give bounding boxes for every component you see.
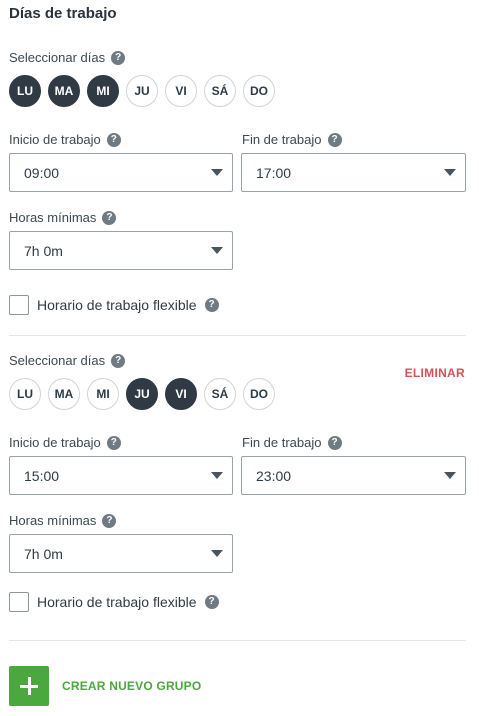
help-icon[interactable]: ? xyxy=(111,50,126,65)
day-selector: LU MA MI JU VI SÁ DO xyxy=(9,75,275,107)
flexible-schedule-row: Horario de trabajo flexible ? xyxy=(9,295,219,315)
day-saturday[interactable]: SÁ xyxy=(204,378,236,410)
flexible-schedule-label: Horario de trabajo flexible xyxy=(37,297,197,313)
start-time-label: Inicio de trabajo ? xyxy=(9,132,121,147)
start-time-select[interactable]: 15:00 xyxy=(9,456,233,495)
create-group-label[interactable]: CREAR NUEVO GRUPO xyxy=(62,679,201,693)
create-group-button[interactable] xyxy=(9,666,49,706)
min-hours-value: 7h 0m xyxy=(24,545,63,562)
chevron-down-icon xyxy=(211,247,223,254)
day-sunday[interactable]: DO xyxy=(243,378,275,410)
chevron-down-icon xyxy=(444,472,456,479)
end-time-select[interactable]: 23:00 xyxy=(241,456,466,495)
day-tuesday[interactable]: MA xyxy=(48,75,80,107)
group-divider xyxy=(9,335,466,336)
help-icon[interactable]: ? xyxy=(327,132,342,147)
select-days-label: Seleccionar días ? xyxy=(9,353,126,368)
chevron-down-icon xyxy=(211,169,223,176)
start-time-value: 09:00 xyxy=(24,164,60,181)
day-friday[interactable]: VI xyxy=(165,378,197,410)
end-time-value: 23:00 xyxy=(256,467,292,484)
end-time-label: Fin de trabajo ? xyxy=(242,435,342,450)
flexible-schedule-checkbox[interactable] xyxy=(9,592,29,612)
day-saturday[interactable]: SÁ xyxy=(204,75,236,107)
start-time-select[interactable]: 09:00 xyxy=(9,153,233,192)
min-hours-select[interactable]: 7h 0m xyxy=(9,534,233,573)
chevron-down-icon xyxy=(211,550,223,557)
end-time-label: Fin de trabajo ? xyxy=(242,132,342,147)
day-tuesday[interactable]: MA xyxy=(48,378,80,410)
chevron-down-icon xyxy=(211,472,223,479)
start-time-value: 15:00 xyxy=(24,467,60,484)
flexible-schedule-checkbox[interactable] xyxy=(9,295,29,315)
end-time-value: 17:00 xyxy=(256,164,292,181)
min-hours-value: 7h 0m xyxy=(24,242,63,259)
flexible-schedule-row: Horario de trabajo flexible ? xyxy=(9,592,219,612)
day-thursday[interactable]: JU xyxy=(126,378,158,410)
day-wednesday[interactable]: MI xyxy=(87,75,119,107)
help-icon[interactable]: ? xyxy=(327,435,342,450)
help-icon[interactable]: ? xyxy=(204,298,219,312)
day-wednesday[interactable]: MI xyxy=(87,378,119,410)
day-sunday[interactable]: DO xyxy=(243,75,275,107)
day-selector: LU MA MI JU VI SÁ DO xyxy=(9,378,275,410)
help-icon[interactable]: ? xyxy=(102,210,117,225)
end-time-select[interactable]: 17:00 xyxy=(241,153,466,192)
day-friday[interactable]: VI xyxy=(165,75,197,107)
flexible-schedule-label: Horario de trabajo flexible xyxy=(37,594,197,610)
min-hours-select[interactable]: 7h 0m xyxy=(9,231,233,270)
day-monday[interactable]: LU xyxy=(9,75,41,107)
min-hours-label: Horas mínimas ? xyxy=(9,513,117,528)
day-monday[interactable]: LU xyxy=(9,378,41,410)
start-time-label: Inicio de trabajo ? xyxy=(9,435,121,450)
day-thursday[interactable]: JU xyxy=(126,75,158,107)
chevron-down-icon xyxy=(444,169,456,176)
help-icon[interactable]: ? xyxy=(111,353,126,368)
remove-group-button[interactable]: ELIMINAR xyxy=(405,366,465,380)
help-icon[interactable]: ? xyxy=(102,513,117,528)
help-icon[interactable]: ? xyxy=(106,435,121,450)
help-icon[interactable]: ? xyxy=(204,595,219,609)
page-title: Días de trabajo xyxy=(9,5,117,22)
group-divider xyxy=(9,640,466,641)
select-days-label: Seleccionar días ? xyxy=(9,50,126,65)
help-icon[interactable]: ? xyxy=(106,132,121,147)
min-hours-label: Horas mínimas ? xyxy=(9,210,117,225)
